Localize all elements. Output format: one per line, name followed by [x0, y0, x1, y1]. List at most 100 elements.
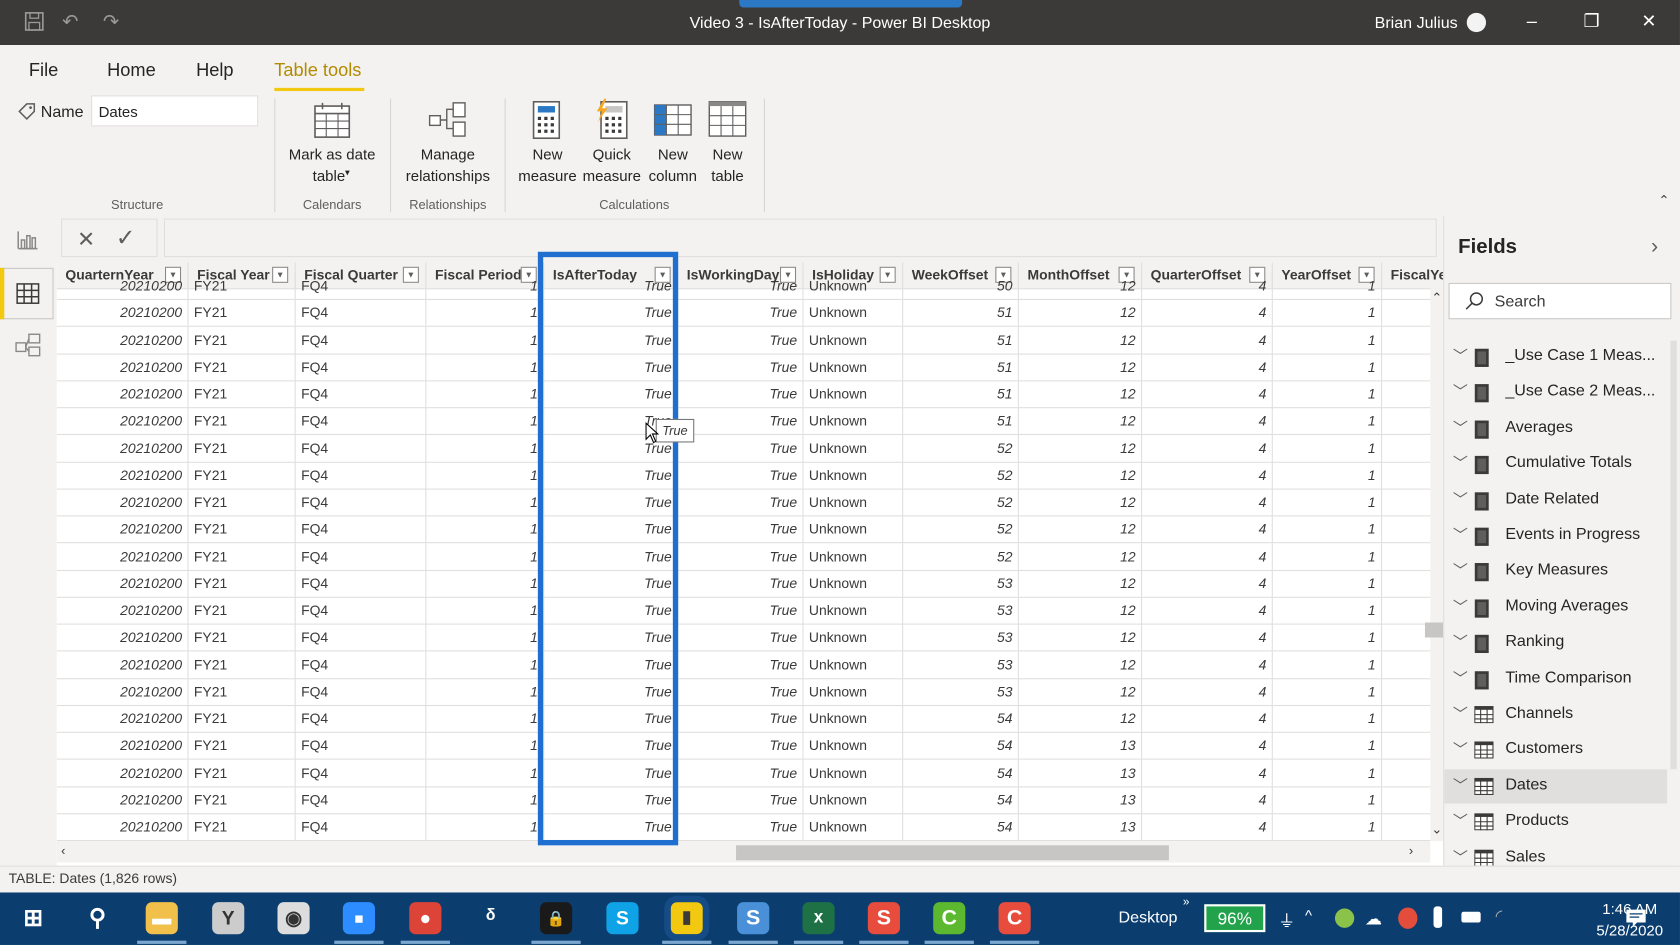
- table-cell[interactable]: 4: [1142, 434, 1273, 462]
- table-cell[interactable]: Unknown: [804, 353, 904, 381]
- table-cell[interactable]: 20210200: [57, 272, 189, 299]
- new-table-button[interactable]: New table: [703, 99, 752, 189]
- table-cell[interactable]: Unknown: [804, 326, 904, 354]
- table-cell[interactable]: True: [678, 569, 804, 597]
- table-cell[interactable]: 4: [1142, 353, 1273, 381]
- table-cell[interactable]: 1: [426, 650, 545, 678]
- table-cell[interactable]: 20210200: [57, 299, 189, 326]
- close-button[interactable]: ✕: [1641, 11, 1656, 32]
- table-cell[interactable]: 4: [1142, 488, 1273, 516]
- table-cell[interactable]: 12: [1019, 299, 1143, 326]
- table-cell[interactable]: 1: [426, 353, 545, 381]
- table-cell[interactable]: 51: [903, 326, 1019, 354]
- table-cell[interactable]: FY21: [189, 461, 296, 489]
- taskbar-snagit-icon[interactable]: S: [737, 902, 770, 935]
- table-cell[interactable]: True: [678, 434, 804, 462]
- table-cell[interactable]: 20210200: [57, 515, 189, 543]
- taskbar-file-explorer-icon[interactable]: ▬: [145, 902, 178, 935]
- chevron-down-icon[interactable]: ﹀: [1453, 631, 1468, 652]
- table-cell[interactable]: True: [678, 732, 804, 759]
- table-cell[interactable]: 53: [903, 650, 1019, 678]
- table-cell[interactable]: 20210200: [57, 353, 189, 381]
- table-cell[interactable]: FQ4: [296, 704, 427, 732]
- table-cell[interactable]: Unknown: [804, 596, 904, 624]
- new-measure-button[interactable]: New measure: [516, 99, 578, 189]
- table-cell[interactable]: Unknown: [804, 542, 904, 570]
- table-cell[interactable]: FQ4: [296, 326, 427, 354]
- table-cell[interactable]: Unknown: [804, 488, 904, 516]
- table-cell[interactable]: 20210200: [57, 326, 189, 354]
- table-cell[interactable]: FY21: [189, 488, 296, 516]
- table-cell[interactable]: 1: [426, 704, 545, 732]
- table-cell[interactable]: 12: [1019, 353, 1143, 381]
- table-cell[interactable]: FY21: [189, 677, 296, 705]
- table-cell[interactable]: 1: [1273, 461, 1383, 489]
- field-table-item[interactable]: ﹀ Key Measures: [1444, 554, 1680, 588]
- table-cell[interactable]: Unknown: [804, 299, 904, 326]
- chevron-down-icon[interactable]: ﹀: [1453, 381, 1468, 402]
- field-table-item[interactable]: ﹀ Products: [1444, 805, 1680, 839]
- table-cell[interactable]: 52: [903, 488, 1019, 516]
- table-cell[interactable]: 1: [1273, 515, 1383, 543]
- wifi-icon[interactable]: ◜: [1496, 905, 1503, 926]
- taskbar-camtasia-icon[interactable]: C: [933, 902, 966, 935]
- tab-help[interactable]: Help: [196, 60, 233, 81]
- taskbar-dragon-icon[interactable]: ᵟ: [474, 902, 507, 935]
- taskbar-snagit-editor-icon[interactable]: S: [867, 902, 900, 935]
- chevron-down-icon[interactable]: ﹀: [1453, 703, 1468, 724]
- table-cell[interactable]: 52: [903, 515, 1019, 543]
- table-cell[interactable]: 20210200: [57, 650, 189, 678]
- table-cell[interactable]: 1: [1273, 650, 1383, 678]
- table-cell[interactable]: FQ4: [296, 515, 427, 543]
- mark-as-date-table-button[interactable]: Mark as date table ▾: [281, 99, 384, 189]
- chevron-down-icon[interactable]: ﹀: [1453, 488, 1468, 509]
- table-cell[interactable]: True: [678, 353, 804, 381]
- table-cell[interactable]: FQ4: [296, 380, 427, 408]
- table-cell[interactable]: 53: [903, 677, 1019, 705]
- taskbar-zoom-icon[interactable]: ■: [342, 902, 375, 935]
- horizontal-scroll-thumb[interactable]: [736, 845, 1169, 861]
- table-cell[interactable]: 1: [1273, 623, 1383, 651]
- table-cell[interactable]: FQ4: [296, 299, 427, 326]
- table-cell[interactable]: 52: [903, 461, 1019, 489]
- field-table-item[interactable]: ﹀ Ranking: [1444, 626, 1680, 660]
- table-cell[interactable]: FY21: [189, 542, 296, 570]
- scroll-right-icon[interactable]: ›: [1409, 843, 1413, 858]
- table-cell[interactable]: 1: [426, 515, 545, 543]
- table-cell[interactable]: FQ4: [296, 272, 427, 299]
- table-cell[interactable]: 4: [1142, 569, 1273, 597]
- chevron-down-icon[interactable]: ﹀: [1453, 810, 1468, 831]
- field-table-item[interactable]: ﹀ Averages: [1444, 411, 1680, 445]
- scroll-down-icon[interactable]: ⌄: [1431, 822, 1442, 837]
- taskbar-search-icon[interactable]: ⚲: [81, 902, 114, 935]
- table-cell[interactable]: 4: [1142, 380, 1273, 408]
- table-cell[interactable]: 12: [1019, 542, 1143, 570]
- table-cell[interactable]: 20210200: [57, 407, 189, 435]
- table-cell[interactable]: 4: [1142, 407, 1273, 435]
- table-cell[interactable]: 1: [1273, 542, 1383, 570]
- table-cell[interactable]: 20210200: [57, 759, 189, 786]
- table-cell[interactable]: Unknown: [804, 759, 904, 786]
- table-cell[interactable]: FY21: [189, 434, 296, 462]
- table-cell[interactable]: 20210200: [57, 380, 189, 408]
- table-cell[interactable]: 12: [1019, 650, 1143, 678]
- table-cell[interactable]: 1: [1273, 732, 1383, 759]
- table-cell[interactable]: FY21: [189, 704, 296, 732]
- table-cell[interactable]: 53: [903, 596, 1019, 624]
- commit-formula-button[interactable]: ✓: [116, 224, 136, 252]
- table-cell[interactable]: 13: [1019, 786, 1143, 813]
- table-cell[interactable]: 12: [1019, 461, 1143, 489]
- table-cell[interactable]: 4: [1142, 786, 1273, 813]
- table-cell[interactable]: Unknown: [804, 677, 904, 705]
- table-cell[interactable]: 1: [1273, 488, 1383, 516]
- tray-app-icon[interactable]: [1334, 908, 1355, 928]
- table-cell[interactable]: 1: [426, 759, 545, 786]
- chevron-down-icon[interactable]: ﹀: [1453, 417, 1468, 438]
- table-cell[interactable]: FY21: [189, 732, 296, 759]
- table-cell[interactable]: FQ4: [296, 759, 427, 786]
- tab-table-tools[interactable]: Table tools: [274, 60, 361, 81]
- table-cell[interactable]: 1: [1273, 407, 1383, 435]
- table-cell[interactable]: True: [678, 813, 804, 840]
- table-cell[interactable]: 50: [903, 272, 1019, 299]
- restore-button[interactable]: ❐: [1584, 11, 1600, 32]
